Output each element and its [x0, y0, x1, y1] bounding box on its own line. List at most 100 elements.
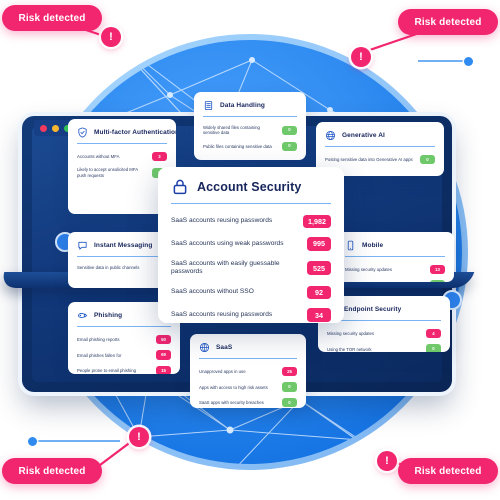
shield-check-icon	[78, 127, 87, 138]
risk-detected-pill-bottom-left[interactable]: Risk detected	[2, 458, 102, 484]
card-title: Instant Messaging	[94, 242, 153, 249]
card-row: SaaS accounts reusing passwords 34	[171, 304, 331, 323]
risk-marker-bottom-right[interactable]: !	[377, 451, 397, 471]
row-badge: 92	[307, 285, 331, 300]
card-title: Generative AI	[342, 132, 385, 139]
row-badge: 50	[156, 335, 171, 345]
divider	[203, 116, 297, 117]
row-label: Using the TOR network	[327, 346, 372, 352]
row-badge: 0	[426, 344, 441, 352]
row-label: Sensitive data in public channels	[77, 265, 140, 270]
card-row: Accounts without MFA 3	[77, 149, 167, 164]
row-label: SaaS accounts with easily guessable pass…	[171, 259, 280, 276]
divider	[325, 146, 435, 147]
card-row: Using the TOR network 0	[327, 341, 441, 352]
lock-icon	[173, 179, 187, 195]
card-row: Public files containing sensitive data 0	[203, 139, 297, 154]
row-badge: 1,982	[303, 214, 331, 229]
card-rows: Unapproved apps in use 25 Apps with acce…	[190, 364, 306, 408]
risk-detected-pill-top-left[interactable]: Risk detected	[2, 5, 102, 31]
fish-hook-icon	[77, 313, 88, 318]
card-row: Posting sensitive data into Generative A…	[325, 152, 435, 167]
row-badge: 525	[307, 261, 331, 275]
row-badge: 25	[282, 367, 297, 377]
row-badge: 0	[282, 397, 297, 408]
network-node-right[interactable]	[464, 57, 473, 66]
row-badge: 69	[156, 350, 171, 360]
card-row: Likely to accept unsolicited MFA push re…	[77, 164, 167, 181]
card-title: SaaS	[216, 344, 233, 351]
divider	[77, 326, 171, 327]
card-row: Missing security updates 13	[345, 262, 445, 277]
card-header: Multi-factor Authentication	[68, 119, 176, 143]
card-row: SaaS accounts without SSO 92	[171, 281, 331, 304]
row-label: Accounts without MFA	[77, 154, 120, 160]
row-badge: 15	[156, 365, 171, 374]
card-mobile[interactable]: Mobile Missing security updates 13 Broke…	[336, 232, 454, 282]
row-label: Missing security updates	[327, 331, 375, 337]
row-label: Widely shared files containing sensitive…	[203, 125, 260, 136]
row-label: Public files containing sensitive data	[203, 143, 272, 149]
chat-bubble-icon	[78, 241, 87, 250]
card-data-handling[interactable]: Data Handling Widely shared files contai…	[194, 92, 306, 160]
card-row: Email phishing reports 50	[77, 332, 171, 347]
card-rows: Widely shared files containing sensitive…	[194, 122, 306, 160]
card-rows: SaaS accounts reusing passwords 1,982 Sa…	[158, 210, 344, 323]
card-row: SaaS accounts reusing passwords 1,982	[171, 210, 331, 233]
divider	[327, 320, 441, 321]
card-rows: Missing security updates 4 Using the TOR…	[318, 326, 450, 352]
row-label: SaaS accounts reusing passwords	[171, 310, 273, 318]
row-label: SaaS accounts without SSO	[171, 288, 254, 296]
card-row: Sensitive data in public channels	[77, 262, 167, 273]
card-account-security[interactable]: Account Security SaaS accounts reusing p…	[158, 167, 344, 323]
row-badge: 3	[152, 152, 167, 162]
cloud-grid-icon	[199, 342, 210, 353]
row-label: Unapproved apps in use	[199, 369, 246, 375]
divider	[77, 256, 167, 257]
card-title: Mobile	[362, 242, 384, 249]
mobile-icon	[347, 240, 354, 251]
row-label: Likely to accept unsolicited MFA push re…	[77, 167, 138, 178]
card-row: SaaS accounts with easily guessable pass…	[171, 255, 331, 281]
card-saas[interactable]: SaaS Unapproved apps in use 25 Apps with…	[190, 334, 306, 408]
row-badge: 0	[282, 125, 297, 136]
row-label: Apps with access to high risk assets	[199, 384, 268, 390]
card-row: Missing security updates 4	[327, 326, 441, 341]
row-label: Missing security updates	[345, 267, 393, 273]
card-header: Account Security	[158, 167, 344, 203]
risk-marker-top-right[interactable]: !	[351, 47, 371, 67]
card-row: SaaS apps with security breaches 0	[199, 395, 297, 408]
card-header: Generative AI	[316, 122, 444, 146]
card-title: Phishing	[94, 312, 123, 319]
row-badge: 4	[426, 329, 441, 339]
risk-detected-pill-top-right[interactable]: Risk detected	[398, 9, 498, 35]
card-row: SaaS accounts using weak passwords 995	[171, 233, 331, 256]
row-badge: 0	[282, 382, 297, 392]
row-label: SaaS accounts reusing passwords	[171, 217, 273, 224]
network-node-left[interactable]	[28, 437, 37, 446]
card-title: Account Security	[197, 180, 302, 194]
row-badge: 0	[420, 155, 435, 165]
row-label: Email phishing reports	[77, 337, 120, 343]
card-header: Data Handling	[194, 92, 306, 116]
risk-detected-pill-bottom-right[interactable]: Risk detected	[398, 458, 498, 484]
row-badge: 0	[430, 280, 445, 282]
card-rows: Email phishing reports 50 Email phishes …	[68, 332, 180, 374]
close-dot-icon[interactable]	[40, 124, 47, 132]
risk-marker-top-left[interactable]: !	[101, 27, 121, 47]
row-badge: 13	[430, 265, 445, 275]
card-row: People prone to email phishing 15	[77, 363, 171, 374]
divider	[199, 358, 297, 359]
card-row: Unapproved apps in use 25	[199, 364, 297, 379]
divider	[171, 203, 331, 204]
row-label: Posting sensitive data into Generative A…	[325, 157, 413, 163]
row-label: Email phishes fallen for	[77, 352, 122, 358]
card-title: Endpoint Security	[344, 306, 402, 313]
divider	[77, 143, 167, 144]
card-header: Mobile	[336, 232, 454, 256]
brain-globe-icon	[325, 130, 336, 141]
minimize-dot-icon[interactable]	[52, 124, 59, 132]
row-badge: 34	[307, 308, 331, 322]
risk-marker-bottom-left[interactable]: !	[129, 427, 149, 447]
card-row: Apps with access to high risk assets 0	[199, 379, 297, 394]
